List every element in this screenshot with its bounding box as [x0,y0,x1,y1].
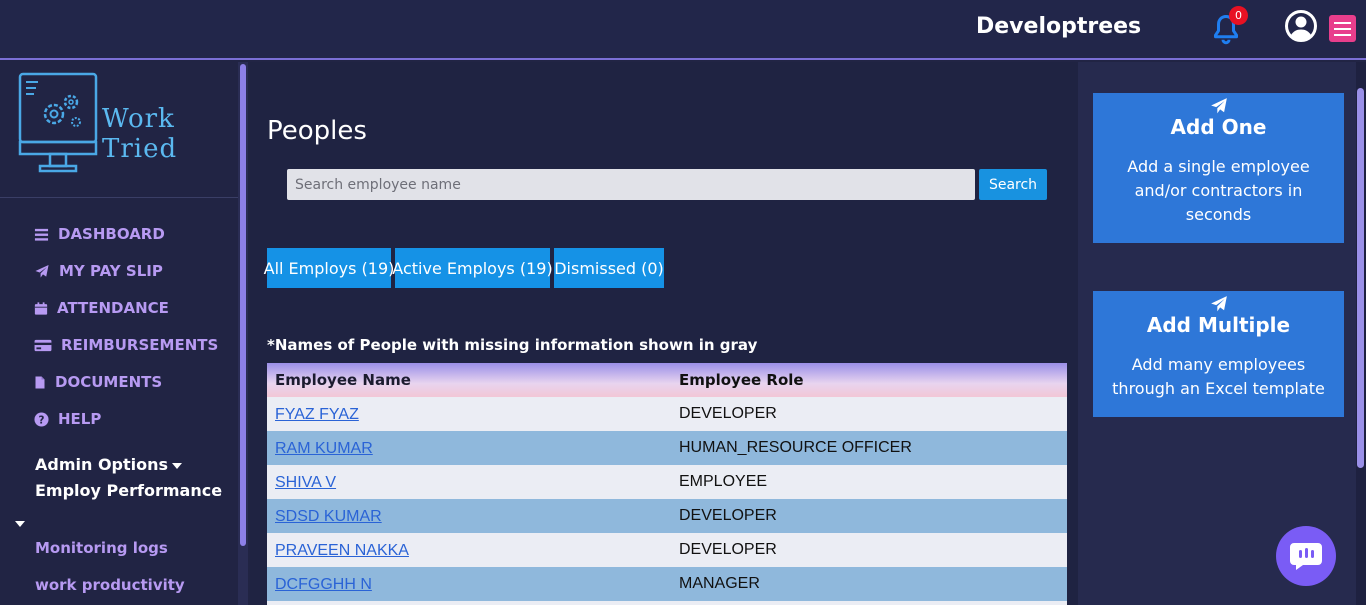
missing-info-note: *Names of People with missing informatio… [267,336,758,354]
admin-options-label: Admin Options [35,455,169,474]
table-row: FYAZ FYAZ DEVELOPER [267,397,1067,431]
caret-down-icon [15,520,25,527]
add-multiple-description: Add many employees through an Excel temp… [1112,355,1325,398]
table-row: SDSD KUMAR DEVELOPER [267,499,1067,533]
employee-role: DEVELOPER [679,507,777,524]
sidebar-item-label: REIMBURSEMENTS [61,336,219,354]
employee-name-link[interactable]: PRAVEEN NAKKA [275,542,409,559]
employee-name-link[interactable]: FYAZ FYAZ [275,406,359,423]
calendar-icon [34,301,48,315]
header-employee-role: Employee Role [679,371,804,389]
user-avatar-icon[interactable] [1284,9,1318,43]
sidebar-item-label: ATTENDANCE [57,299,169,317]
hamburger-line [1334,33,1351,36]
hamburger-line [1334,21,1351,24]
add-multiple-card[interactable]: Add Multiple Add many employees through … [1093,291,1344,417]
search-button[interactable]: Search [979,169,1047,200]
paper-plane-icon [35,264,49,278]
logo-text: Work Tried [102,104,178,164]
add-one-title: Add One [1170,115,1267,139]
table-row-partial [267,601,1067,605]
search-input[interactable] [287,169,975,200]
employee-name-link[interactable]: DCFGGHH N [275,576,372,593]
filter-active-employs-button[interactable]: Active Employs (19) [392,248,553,288]
sidebar-item-label: HELP [58,410,102,428]
brand-name: Developtrees [976,14,1142,39]
sidebar-item-label: DASHBOARD [58,225,165,243]
employee-name-link[interactable]: SHIVA V [275,474,336,491]
employee-name-link[interactable]: RAM KUMAR [275,440,373,457]
paper-plane-icon [1210,296,1227,312]
employee-role: HUMAN_RESOURCE OFFICER [679,439,912,456]
caret-down-icon [172,462,183,469]
sidebar-item-reimbursements[interactable]: REIMBURSEMENTS [34,333,218,357]
sidebar-item-dashboard[interactable]: DASHBOARD [34,222,165,246]
credit-card-icon [34,339,52,351]
chat-bubble-icon [1290,543,1322,570]
sidebar-item-label: MY PAY SLIP [59,262,163,280]
admin-options-toggle[interactable]: Admin Options [35,455,183,474]
file-icon [35,376,45,388]
add-one-card[interactable]: Add One Add a single employee and/or con… [1093,93,1344,243]
sidebar-divider [0,197,238,198]
employee-role: EMPLOYEE [679,473,768,490]
sidebar-item-attendance[interactable]: ATTENDANCE [34,296,169,320]
sidebar-item-documents[interactable]: DOCUMENTS [34,370,162,394]
table-row: DCFGGHH N MANAGER [267,567,1067,601]
add-multiple-title: Add Multiple [1146,313,1291,337]
table-row: SHIVA V EMPLOYEE [267,465,1067,499]
page-scrollbar-thumb[interactable] [1357,88,1364,468]
header-employee-name: Employee Name [275,371,411,389]
add-one-description: Add a single employee and/or contractors… [1127,157,1310,224]
sidebar-item-label: DOCUMENTS [55,373,163,391]
sidebar-scrollbar-thumb[interactable] [240,64,246,546]
table-row: RAM KUMAR HUMAN_RESOURCE OFFICER [267,431,1067,465]
paper-plane-icon [1210,98,1227,114]
employee-role: DEVELOPER [679,541,777,558]
table-header: Employee Name Employee Role [267,363,1067,397]
sidebar-item-my-pay-slip[interactable]: MY PAY SLIP [34,259,163,283]
sidebar-item-work-productivity[interactable]: work productivity [35,576,185,594]
table-row: PRAVEEN NAKKA DEVELOPER [267,533,1067,567]
hamburger-menu-button[interactable] [1329,15,1356,42]
employ-performance-label[interactable]: Employ Performance [35,481,222,500]
employees-table: Employee Name Employee Role FYAZ FYAZ DE… [267,363,1067,605]
sidebar-item-help[interactable]: ? HELP [34,407,101,431]
hamburger-line [1334,27,1351,30]
question-circle-icon: ? [34,411,49,427]
filter-all-employs-button[interactable]: All Employs (19) [264,248,394,288]
employee-role: MANAGER [679,575,760,592]
employee-role: DEVELOPER [679,405,777,422]
sidebar-item-monitoring-logs[interactable]: Monitoring logs [35,539,168,557]
employee-name-link[interactable]: SDSD KUMAR [275,508,382,525]
bars-icon [34,228,49,241]
svg-text:?: ? [39,414,45,426]
top-bar: Developtrees 0 [0,0,1366,60]
page-title: Peoples [267,116,367,146]
employ-performance-caret[interactable] [15,513,25,532]
chat-widget-button[interactable] [1276,526,1336,586]
notification-count-badge: 0 [1229,6,1248,25]
filter-dismissed-button[interactable]: Dismissed (0) [554,248,664,288]
